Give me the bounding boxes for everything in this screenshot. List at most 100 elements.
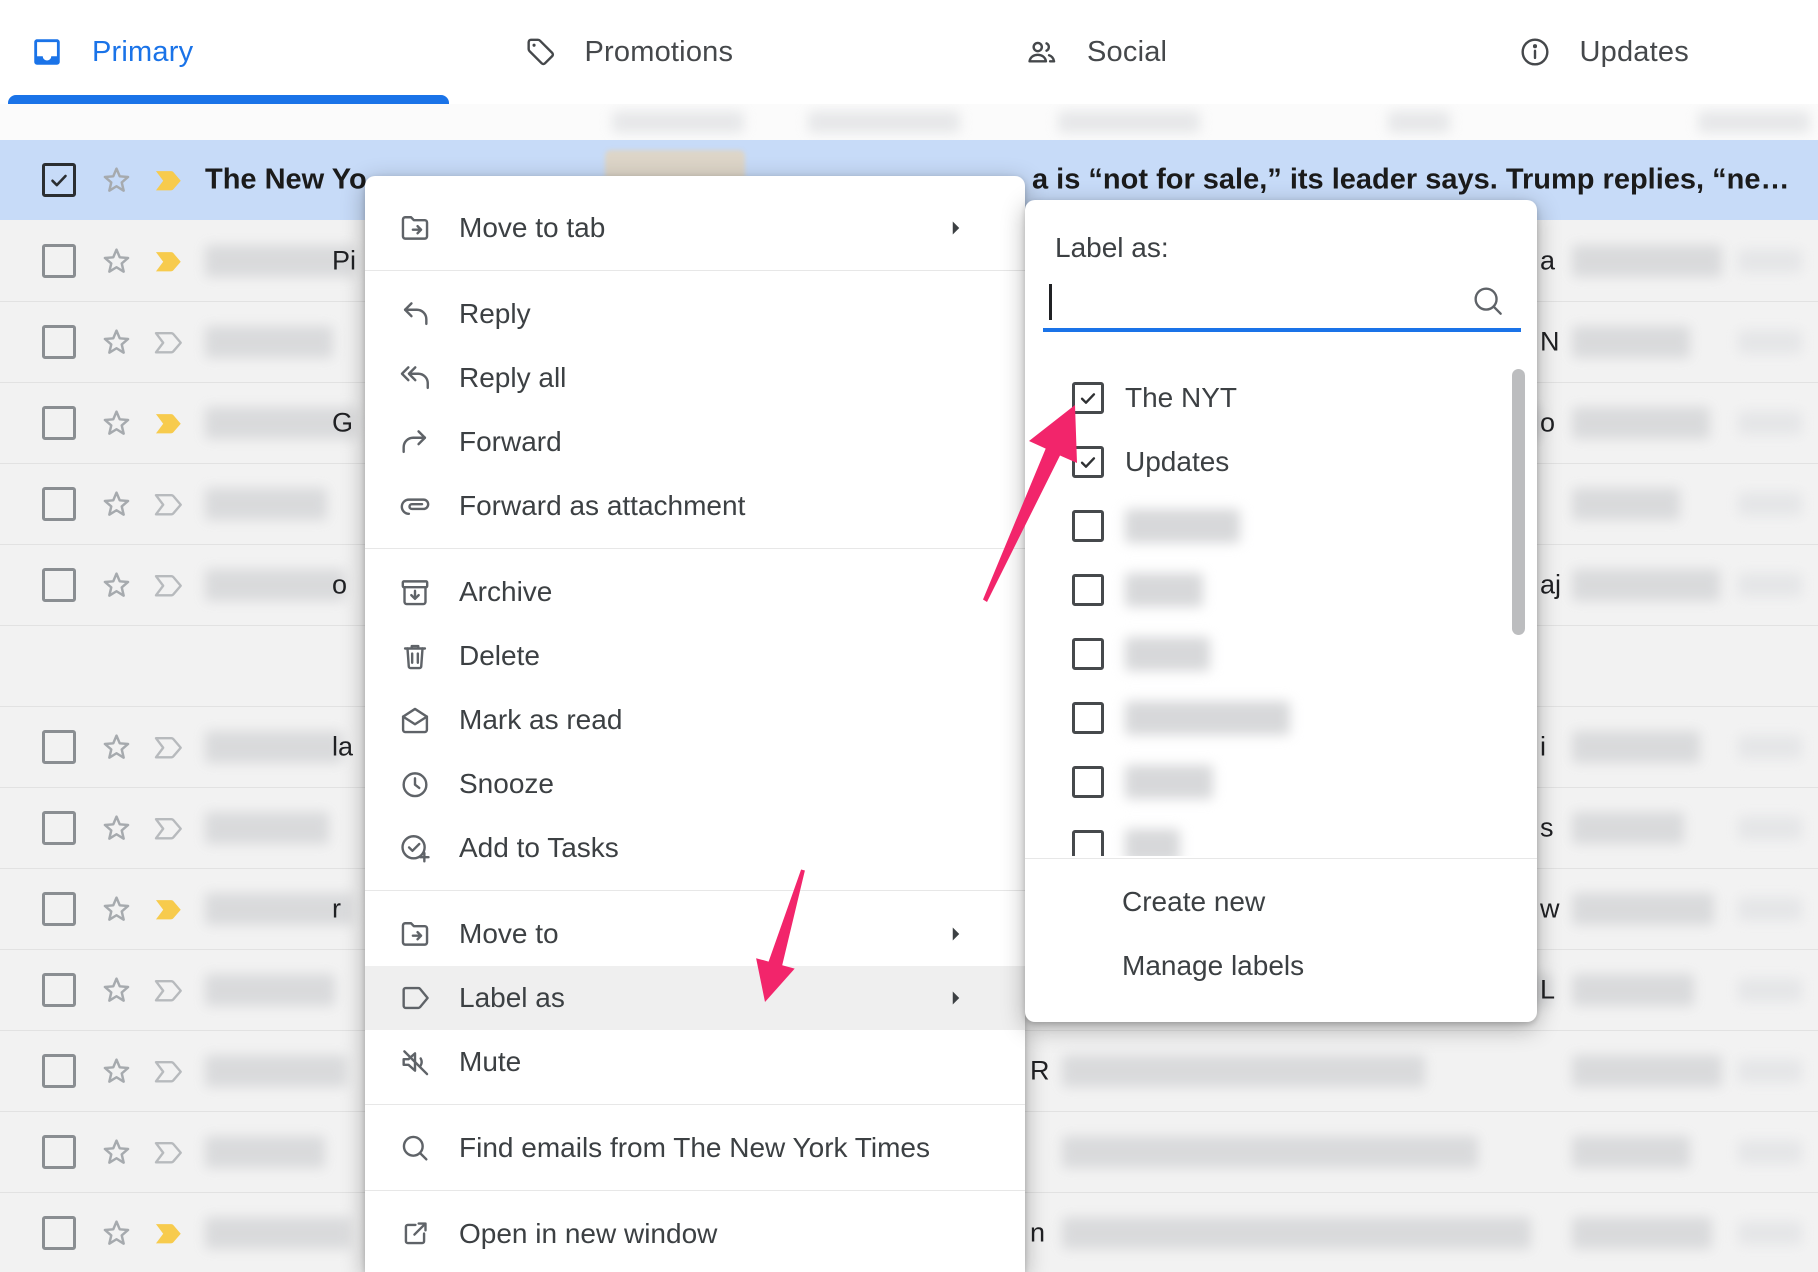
redacted-subject xyxy=(1572,974,1694,1006)
importance-marker-icon[interactable] xyxy=(152,409,185,437)
redacted-text xyxy=(612,111,744,133)
menu-item-mark-as-read[interactable]: Mark as read xyxy=(365,688,1025,752)
move-to-icon xyxy=(398,917,432,951)
select-email-checkbox[interactable] xyxy=(42,568,76,602)
importance-marker-icon[interactable] xyxy=(152,166,185,194)
select-email-checkbox[interactable] xyxy=(42,163,76,197)
create-new-label-button[interactable]: Create new xyxy=(1122,870,1265,934)
star-icon[interactable] xyxy=(98,1215,135,1252)
unchecked-checkbox[interactable] xyxy=(1072,638,1104,670)
unchecked-checkbox[interactable] xyxy=(1072,766,1104,798)
tab-promotions[interactable]: Promotions xyxy=(455,0,910,104)
gmail-app: PrimaryPromotionsSocialUpdates The New Y… xyxy=(0,0,1818,1272)
menu-item-mute[interactable]: Mute xyxy=(365,1030,1025,1094)
label-icon xyxy=(398,981,432,1015)
attachment-icon xyxy=(398,489,432,523)
redacted-sender xyxy=(205,812,329,844)
star-icon[interactable] xyxy=(98,972,135,1009)
importance-marker-icon[interactable] xyxy=(152,733,185,761)
importance-marker-icon[interactable] xyxy=(152,571,185,599)
menu-item-open-in-new-window[interactable]: Open in new window xyxy=(365,1202,1025,1266)
label-option-redacted[interactable] xyxy=(1025,750,1537,814)
menu-item-add-to-tasks[interactable]: Add to Tasks xyxy=(365,816,1025,880)
star-icon[interactable] xyxy=(98,486,135,523)
unchecked-checkbox[interactable] xyxy=(1072,702,1104,734)
select-email-checkbox[interactable] xyxy=(42,973,76,1007)
importance-marker-icon[interactable] xyxy=(152,328,185,356)
menu-item-archive[interactable]: Archive xyxy=(365,560,1025,624)
partial-email-row[interactable] xyxy=(0,104,1818,141)
star-icon[interactable] xyxy=(98,405,135,442)
importance-marker-icon[interactable] xyxy=(152,1138,185,1166)
star-icon[interactable] xyxy=(98,162,135,199)
star-icon[interactable] xyxy=(98,729,135,766)
select-email-checkbox[interactable] xyxy=(42,487,76,521)
label-option-redacted[interactable] xyxy=(1025,814,1537,856)
select-email-checkbox[interactable] xyxy=(42,1054,76,1088)
tab-updates[interactable]: Updates xyxy=(1364,0,1818,104)
menu-item-find-emails-from-the-new-york-times[interactable]: Find emails from The New York Times xyxy=(365,1116,1025,1180)
reply-icon xyxy=(398,297,432,331)
label-list-scrollbar[interactable] xyxy=(1512,369,1525,635)
select-email-checkbox[interactable] xyxy=(42,406,76,440)
menu-item-delete[interactable]: Delete xyxy=(365,624,1025,688)
redacted-sender xyxy=(205,1055,347,1087)
importance-marker-icon[interactable] xyxy=(152,1219,185,1247)
email-sender: The New Yo xyxy=(205,164,367,197)
redacted-label-name xyxy=(1125,573,1203,607)
label-option-redacted[interactable] xyxy=(1025,686,1537,750)
menu-item-move-to-tab[interactable]: Move to tab xyxy=(365,196,1025,260)
select-email-checkbox[interactable] xyxy=(42,730,76,764)
star-icon[interactable] xyxy=(98,324,135,361)
importance-marker-icon[interactable] xyxy=(152,814,185,842)
star-icon[interactable] xyxy=(98,243,135,280)
label-option-updates[interactable]: Updates xyxy=(1025,430,1537,494)
menu-item-reply-all[interactable]: Reply all xyxy=(365,346,1025,410)
star-icon[interactable] xyxy=(98,567,135,604)
menu-item-snooze[interactable]: Snooze xyxy=(365,752,1025,816)
label-search-input[interactable] xyxy=(1043,276,1521,332)
label-option-redacted[interactable] xyxy=(1025,622,1537,686)
menu-item-label: Reply all xyxy=(459,362,566,394)
star-icon[interactable] xyxy=(98,810,135,847)
importance-marker-icon[interactable] xyxy=(152,247,185,275)
label-option-the-nyt[interactable]: The NYT xyxy=(1025,366,1537,430)
inbox-icon xyxy=(30,35,64,69)
label-option-redacted[interactable] xyxy=(1025,494,1537,558)
importance-marker-icon[interactable] xyxy=(152,895,185,923)
menu-item-label: Archive xyxy=(459,576,552,608)
menu-item-label: Snooze xyxy=(459,768,554,800)
importance-marker-icon[interactable] xyxy=(152,1057,185,1085)
trash-icon xyxy=(398,639,432,673)
menu-item-move-to[interactable]: Move to xyxy=(365,902,1025,966)
tab-primary[interactable]: Primary xyxy=(0,0,455,104)
label-option-redacted[interactable] xyxy=(1025,558,1537,622)
menu-item-reply[interactable]: Reply xyxy=(365,282,1025,346)
select-email-checkbox[interactable] xyxy=(42,1216,76,1250)
star-icon[interactable] xyxy=(98,1053,135,1090)
redacted-date xyxy=(1738,735,1802,759)
email-text-fragment: i xyxy=(1540,732,1546,763)
select-email-checkbox[interactable] xyxy=(42,325,76,359)
email-context-menu: Move to tab Reply Reply all ForwardForward … xyxy=(365,176,1025,1272)
tab-social[interactable]: Social xyxy=(909,0,1364,104)
importance-marker-icon[interactable] xyxy=(152,976,185,1004)
tab-label: Promotions xyxy=(585,36,734,69)
star-icon[interactable] xyxy=(98,891,135,928)
unchecked-checkbox[interactable] xyxy=(1072,830,1104,856)
manage-labels-button[interactable]: Manage labels xyxy=(1122,934,1304,998)
select-email-checkbox[interactable] xyxy=(42,811,76,845)
select-email-checkbox[interactable] xyxy=(42,244,76,278)
star-icon[interactable] xyxy=(98,1134,135,1171)
redacted-date xyxy=(1738,411,1802,435)
divider xyxy=(365,1190,1025,1191)
menu-item-forward[interactable]: Forward xyxy=(365,410,1025,474)
redacted-sender xyxy=(205,569,345,601)
redacted-subject xyxy=(1572,245,1722,277)
importance-marker-icon[interactable] xyxy=(152,490,185,518)
select-email-checkbox[interactable] xyxy=(42,892,76,926)
text-caret xyxy=(1049,284,1052,320)
menu-item-forward-as-attachment[interactable]: Forward as attachment xyxy=(365,474,1025,538)
select-email-checkbox[interactable] xyxy=(42,1135,76,1169)
menu-item-label-as[interactable]: Label as xyxy=(365,966,1025,1030)
